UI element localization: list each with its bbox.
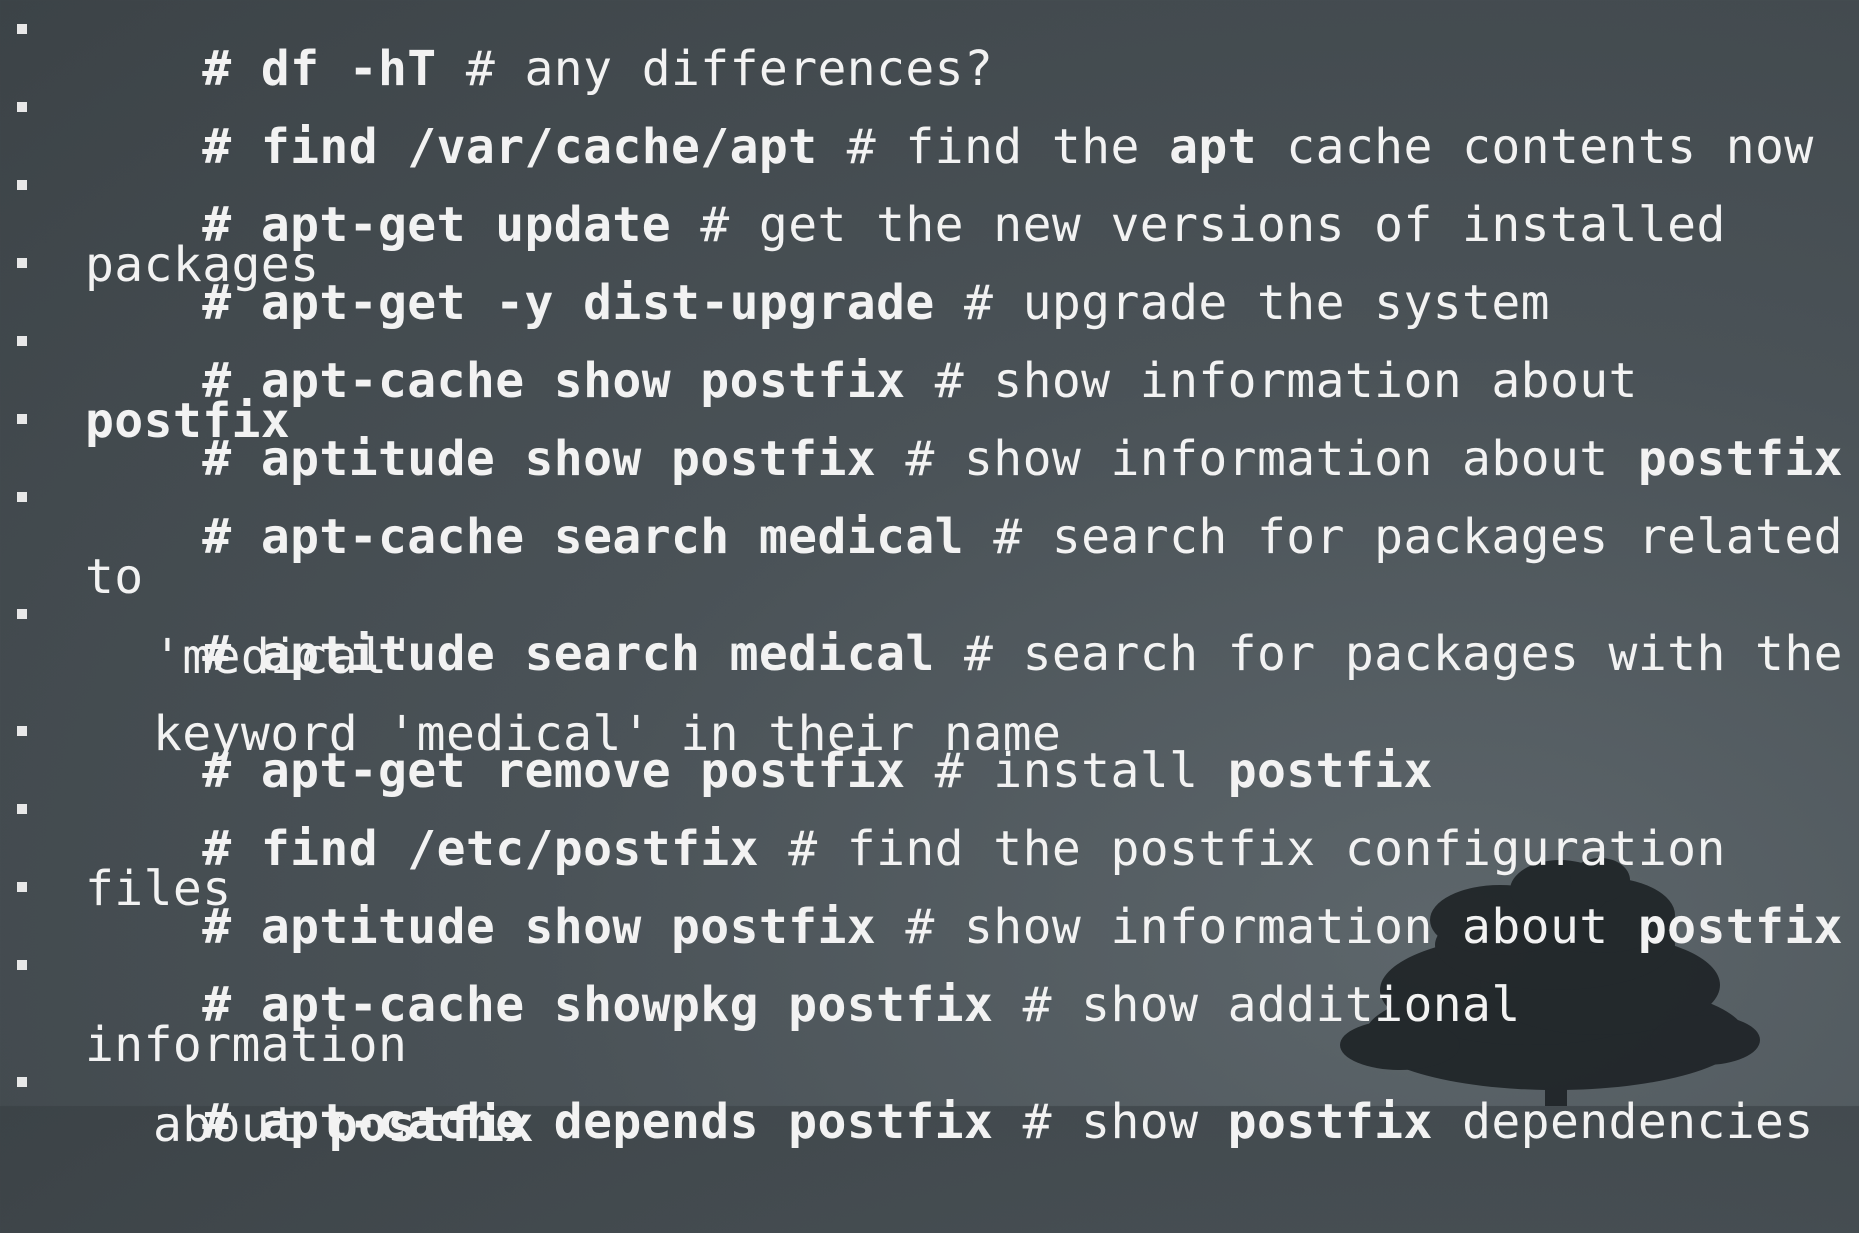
command-text: apt-cache search medical [260,509,964,565]
bullet-icon [17,24,27,34]
command-text: apt-cache depends postfix [260,1094,994,1150]
bullet-icon [17,414,27,424]
comment-text: # show [993,1094,1228,1150]
command-text: aptitude search medical [260,626,935,682]
command-prompt: # [202,626,261,682]
command-prompt: # [202,1094,261,1150]
bullet-icon [17,804,27,814]
bullet-icon [17,960,27,970]
list-item: # apt-cache depends postfix # show postf… [17,1062,1845,1182]
bullet-icon [17,726,27,736]
bullet-icon [17,102,27,112]
bullet-icon [17,492,27,502]
comment-text-tail: dependencies [1432,1094,1814,1150]
slide-content: # df -hT # any differences? # find /var/… [0,0,1859,1149]
bullet-icon [17,336,27,346]
comment-text: # search for packages with the [934,626,1843,682]
bullet-icon [17,609,27,619]
bullet-icon [17,180,27,190]
command-prompt: # [202,509,261,565]
bullet-icon [17,258,27,268]
bold-term: postfix [1227,1094,1433,1150]
bullet-icon [17,882,27,892]
bullet-icon [17,1077,27,1087]
